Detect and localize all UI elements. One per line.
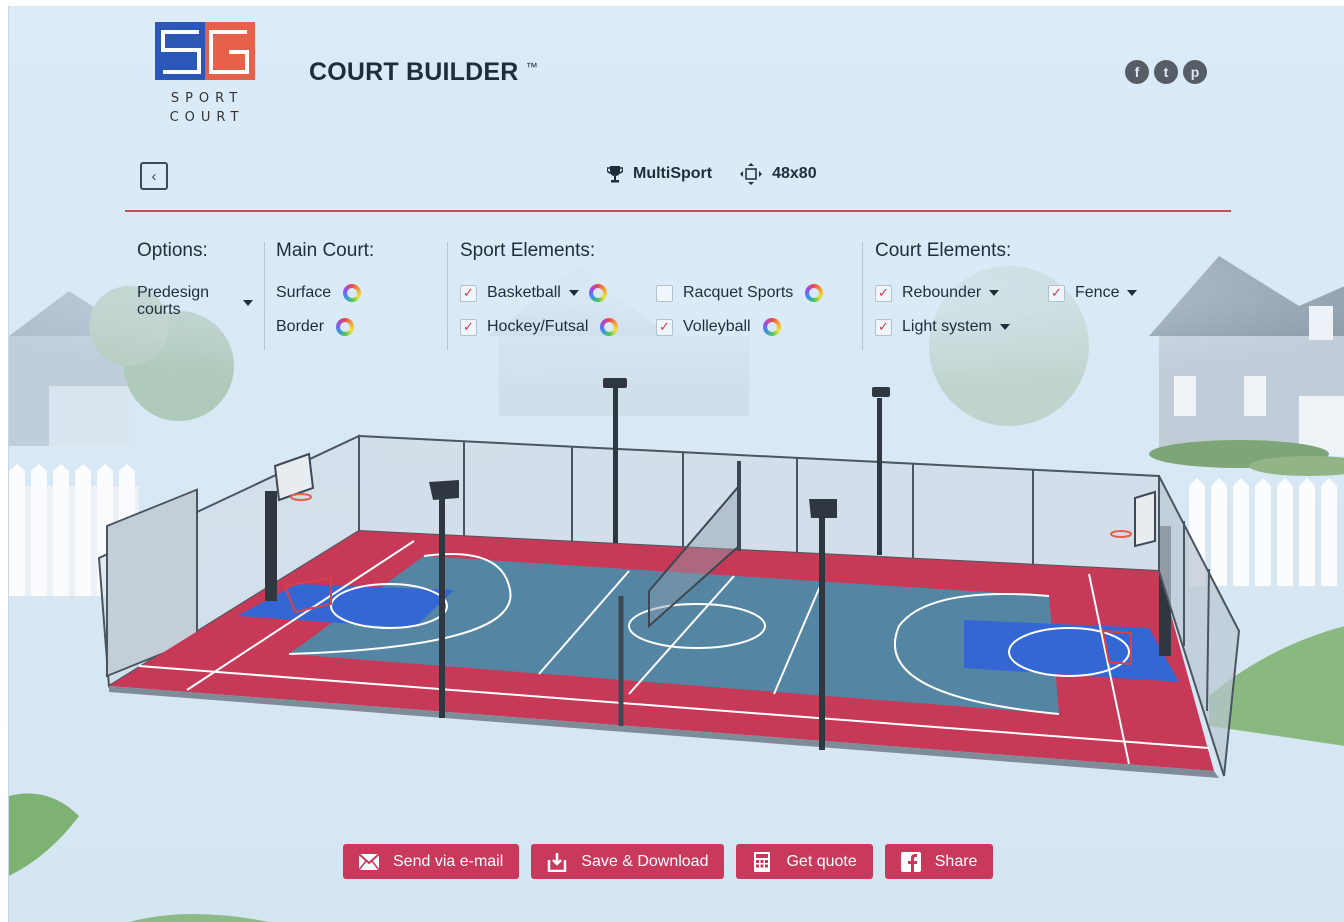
save-download-label: Save & Download: [581, 852, 709, 870]
predesign-label-line1: Predesign: [137, 284, 210, 301]
trophy-icon: [607, 166, 623, 183]
page-title-text: COURT BUILDER: [309, 58, 519, 86]
racquet-color-picker-icon[interactable]: [805, 284, 824, 302]
surface-color-picker-icon[interactable]: [343, 284, 362, 302]
fence-checkbox[interactable]: ✓: [1048, 284, 1065, 302]
trademark-mark: ™: [525, 60, 538, 74]
sport-court-logo[interactable]: SPORT COURT: [155, 22, 259, 125]
twitter-icon[interactable]: t: [1154, 60, 1178, 84]
racquet-sports-label: Racquet Sports: [683, 284, 794, 301]
surface-label: Surface: [276, 284, 332, 301]
options-section: Options: Predesign courts: [137, 240, 253, 318]
court-elements-section: Court Elements: ✓ Rebounder ✓ Fence ✓ Li…: [875, 240, 1158, 344]
basketball-option[interactable]: ✓ Basketball: [460, 276, 656, 310]
social-links: f t p: [1125, 60, 1207, 84]
chevron-down-icon[interactable]: [568, 290, 579, 296]
chevron-down-icon[interactable]: [989, 290, 1000, 296]
fence-label: Fence: [1075, 284, 1120, 301]
header-divider: [125, 210, 1231, 212]
basketball-label: Basketball: [487, 284, 561, 301]
racquet-sports-checkbox[interactable]: [656, 284, 673, 302]
sport-court-logo-mark: [155, 22, 255, 80]
main-court-section: Main Court: Surface Border: [276, 240, 374, 344]
light-system-option[interactable]: ✓ Light system: [875, 310, 1048, 344]
court-summary: MultiSport 48x80: [607, 163, 835, 185]
save-download-button[interactable]: Save & Download: [531, 844, 725, 879]
chevron-down-icon: [243, 300, 253, 306]
download-icon: [547, 852, 567, 872]
fence-option[interactable]: ✓ Fence: [1048, 276, 1158, 310]
chevron-down-icon[interactable]: [999, 324, 1010, 330]
volleyball-option[interactable]: ✓ Volleyball: [656, 310, 856, 344]
options-title: Options:: [137, 240, 208, 261]
border-option[interactable]: Border: [276, 310, 374, 344]
rebounder-option[interactable]: ✓ Rebounder: [875, 276, 1048, 310]
court-size-label: 48x80: [772, 165, 817, 182]
column-divider: [264, 242, 265, 350]
border-color-picker-icon[interactable]: [336, 318, 355, 336]
surface-option[interactable]: Surface: [276, 276, 374, 310]
send-email-label: Send via e-mail: [393, 852, 504, 870]
hockey-futsal-option[interactable]: ✓ Hockey/Futsal: [460, 310, 656, 344]
envelope-icon: [359, 852, 379, 872]
app-frame: SPORT COURT COURT BUILDER ™ f t p ‹ Mult…: [8, 6, 1344, 922]
basketball-checkbox[interactable]: ✓: [460, 284, 477, 302]
light-system-checkbox[interactable]: ✓: [875, 318, 892, 336]
hockey-futsal-checkbox[interactable]: ✓: [460, 318, 477, 336]
court-elements-title: Court Elements:: [875, 240, 1012, 261]
page-title: COURT BUILDER ™: [309, 58, 538, 87]
basketball-color-picker-icon[interactable]: [588, 284, 607, 302]
logo-text-court: COURT: [169, 110, 245, 125]
back-button[interactable]: ‹: [140, 162, 168, 190]
volleyball-label: Volleyball: [683, 318, 751, 335]
rebounder-label: Rebounder: [902, 284, 982, 301]
calculator-icon: [752, 851, 772, 872]
border-label: Border: [276, 318, 325, 335]
pinterest-icon[interactable]: p: [1183, 60, 1207, 84]
racquet-sports-option[interactable]: Racquet Sports: [656, 276, 856, 310]
share-button[interactable]: Share: [884, 844, 994, 879]
volleyball-checkbox[interactable]: ✓: [656, 318, 673, 336]
main-court-title: Main Court:: [276, 240, 375, 261]
volleyball-color-picker-icon[interactable]: [762, 318, 781, 336]
predesign-courts-dropdown[interactable]: Predesign courts: [137, 284, 253, 318]
get-quote-label: Get quote: [786, 852, 857, 870]
sport-elements-section: Sport Elements: ✓ Basketball Racquet Spo…: [460, 240, 856, 344]
facebook-icon[interactable]: f: [1125, 60, 1149, 84]
send-email-button[interactable]: Send via e-mail: [343, 844, 520, 879]
hockey-color-picker-icon[interactable]: [600, 318, 619, 336]
predesign-label-line2: courts: [137, 301, 181, 318]
chevron-down-icon[interactable]: [1127, 290, 1138, 296]
move-arrows-icon: [740, 163, 763, 185]
court-3d-preview[interactable]: [9, 6, 1344, 922]
light-system-label: Light system: [902, 318, 992, 335]
share-label: Share: [934, 852, 978, 870]
logo-text-sport: SPORT: [170, 91, 244, 106]
hockey-futsal-label: Hockey/Futsal: [487, 318, 589, 335]
sport-elements-title: Sport Elements:: [460, 240, 596, 261]
action-buttons: Send via e-mail Save & Download Get quot…: [343, 844, 994, 879]
facebook-icon: [900, 851, 921, 872]
sport-type-label: MultiSport: [633, 165, 713, 182]
column-divider: [862, 242, 863, 350]
get-quote-button[interactable]: Get quote: [736, 844, 873, 879]
column-divider: [447, 242, 448, 350]
chevron-left-icon: ‹: [151, 167, 157, 185]
rebounder-checkbox[interactable]: ✓: [875, 284, 892, 302]
